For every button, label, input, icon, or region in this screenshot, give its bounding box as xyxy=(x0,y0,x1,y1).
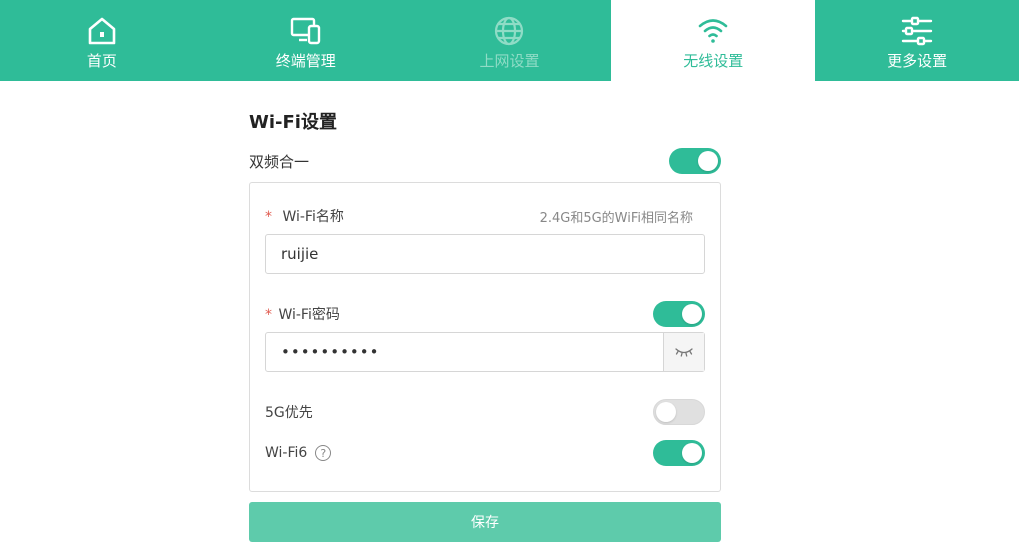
tab-wireless-label: 无线设置 xyxy=(683,52,744,70)
toggle-knob xyxy=(656,402,676,422)
dual-band-toggle[interactable] xyxy=(669,148,721,174)
page-title: Wi-Fi设置 xyxy=(249,112,337,133)
required-mark: * xyxy=(265,209,272,225)
toggle-knob xyxy=(682,304,702,324)
wifi-password-header: * Wi-Fi密码 xyxy=(265,301,705,327)
wifi-name-input[interactable] xyxy=(265,234,705,274)
tab-home-label: 首页 xyxy=(86,52,117,70)
wifi-password-input[interactable] xyxy=(266,333,663,371)
wifi6-toggle[interactable] xyxy=(653,440,705,466)
tab-internet-label: 上网设置 xyxy=(479,52,540,70)
wifi-name-header: * Wi-Fi名称 2.4G和5G的WiFi相同名称 xyxy=(265,206,705,226)
wifi-settings-card: * Wi-Fi名称 2.4G和5G的WiFi相同名称 * Wi-Fi密码 5G优… xyxy=(249,182,721,492)
wifi-name-hint: 2.4G和5G的WiFi相同名称 xyxy=(539,210,693,226)
dual-band-label: 双频合一 xyxy=(249,152,310,171)
tab-internet[interactable]: 上网设置 xyxy=(408,0,612,81)
wifi-password-label: Wi-Fi密码 xyxy=(278,307,340,323)
prefer-5g-row: 5G优先 xyxy=(265,399,705,425)
tab-more-label: 更多设置 xyxy=(887,52,948,70)
wifi6-label: Wi-Fi6 xyxy=(265,445,308,461)
dual-band-row: 双频合一 xyxy=(249,148,721,174)
prefer-5g-toggle[interactable] xyxy=(653,399,705,425)
wifi-icon xyxy=(696,14,730,48)
wifi-password-field xyxy=(265,332,705,372)
tab-devices[interactable]: 终端管理 xyxy=(204,0,408,81)
home-icon xyxy=(85,14,119,48)
top-navigation: 首页 终端管理 上网设置 无线设置 更多设置 xyxy=(0,0,1019,81)
toggle-knob xyxy=(698,151,718,171)
help-icon[interactable]: ? xyxy=(315,445,332,461)
wifi6-row: Wi-Fi6 ? xyxy=(265,440,705,466)
required-mark: * xyxy=(265,307,272,323)
save-button[interactable]: 保存 xyxy=(249,502,721,542)
tab-more[interactable]: 更多设置 xyxy=(815,0,1019,81)
devices-icon xyxy=(289,14,323,48)
tab-devices-label: 终端管理 xyxy=(275,52,336,70)
sliders-icon xyxy=(900,14,934,48)
wifi-password-toggle[interactable] xyxy=(653,301,705,327)
tab-home[interactable]: 首页 xyxy=(0,0,204,81)
eye-closed-icon xyxy=(674,343,694,362)
show-password-button[interactable] xyxy=(663,333,704,371)
prefer-5g-label: 5G优先 xyxy=(265,405,313,421)
toggle-knob xyxy=(682,443,702,463)
wifi-name-label: Wi-Fi名称 xyxy=(282,209,344,225)
tab-wireless[interactable]: 无线设置 xyxy=(611,0,816,81)
globe-icon xyxy=(492,14,526,48)
